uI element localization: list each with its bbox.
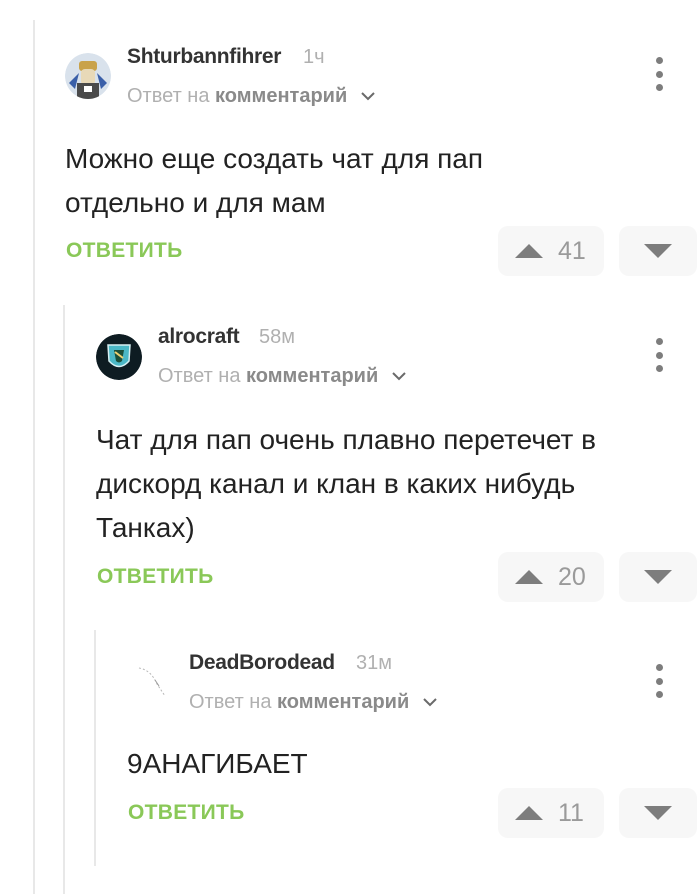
vertical-dots-icon bbox=[655, 664, 663, 671]
vote-score: 20 bbox=[558, 562, 586, 591]
reply-to-prefix: Ответ на bbox=[127, 85, 210, 107]
comment-text-line: Танках) bbox=[96, 512, 195, 543]
reply-button[interactable]: ОТВЕТИТЬ bbox=[66, 239, 183, 263]
triangle-down-icon bbox=[644, 806, 672, 820]
comment-time: 1ч bbox=[303, 46, 325, 68]
comment-text: 9АНАГИБАЕТ bbox=[127, 742, 308, 786]
comment-text-line: Чат для пап очень плавно перетечет в bbox=[96, 424, 597, 455]
comment-menu-button[interactable] bbox=[647, 338, 671, 372]
reply-to-target: комментарий bbox=[246, 365, 379, 387]
thread-line-root bbox=[33, 20, 35, 894]
reply-to-target: комментарий bbox=[215, 85, 348, 107]
downvote-button[interactable] bbox=[619, 226, 697, 276]
comment-text: Чат для пап очень плавно перетечет в дис… bbox=[96, 418, 596, 550]
reply-button[interactable]: ОТВЕТИТЬ bbox=[128, 801, 245, 825]
comment-text: Можно еще создать чат для пап отдельно и… bbox=[65, 137, 483, 225]
avatar[interactable] bbox=[127, 660, 173, 706]
comment-text-line: 9АНАГИБАЕТ bbox=[127, 748, 308, 779]
reply-to-target: комментарий bbox=[277, 691, 410, 713]
vote-score: 41 bbox=[558, 236, 586, 265]
author-name[interactable]: alrocraft bbox=[158, 325, 240, 349]
upvote-button[interactable]: 11 bbox=[498, 788, 604, 838]
reply-to-link[interactable]: Ответ на комментарий bbox=[189, 691, 437, 714]
reply-button[interactable]: ОТВЕТИТЬ bbox=[97, 565, 214, 589]
upvote-button[interactable]: 20 bbox=[498, 552, 604, 602]
comment-time: 31м bbox=[356, 652, 392, 674]
comment-text-line: дискорд канал и клан в каких нибудь bbox=[96, 468, 576, 499]
vertical-dots-icon bbox=[655, 57, 663, 64]
avatar-image bbox=[65, 53, 111, 99]
avatar[interactable] bbox=[96, 334, 142, 380]
avatar-image bbox=[127, 660, 173, 706]
triangle-up-icon bbox=[515, 570, 543, 584]
triangle-down-icon bbox=[644, 570, 672, 584]
avatar-image bbox=[96, 334, 142, 380]
comment-text-line: Можно еще создать чат для пап bbox=[65, 143, 484, 174]
reply-to-link[interactable]: Ответ на комментарий bbox=[158, 365, 406, 388]
reply-to-prefix: Ответ на bbox=[189, 691, 272, 713]
triangle-up-icon bbox=[515, 244, 543, 258]
author-name[interactable]: DeadBorodead bbox=[189, 651, 335, 675]
comment-text-line: отдельно и для мам bbox=[65, 187, 326, 218]
vote-score: 11 bbox=[558, 798, 584, 827]
reply-to-link[interactable]: Ответ на комментарий bbox=[127, 85, 375, 108]
downvote-button[interactable] bbox=[619, 552, 697, 602]
triangle-up-icon bbox=[515, 806, 543, 820]
thread-line-level-1 bbox=[63, 305, 65, 894]
chevron-down-icon bbox=[392, 372, 406, 381]
vertical-dots-icon bbox=[655, 338, 663, 345]
reply-to-prefix: Ответ на bbox=[158, 365, 241, 387]
triangle-down-icon bbox=[644, 244, 672, 258]
chevron-down-icon bbox=[423, 698, 437, 707]
upvote-button[interactable]: 41 bbox=[498, 226, 604, 276]
comment-menu-button[interactable] bbox=[647, 664, 671, 698]
comment-menu-button[interactable] bbox=[647, 57, 671, 91]
avatar[interactable] bbox=[65, 53, 111, 99]
author-name[interactable]: Shturbannfihrer bbox=[127, 45, 281, 69]
chevron-down-icon bbox=[361, 92, 375, 101]
downvote-button[interactable] bbox=[619, 788, 697, 838]
thread-line-level-2 bbox=[94, 630, 96, 866]
comment-time: 58м bbox=[259, 326, 295, 348]
